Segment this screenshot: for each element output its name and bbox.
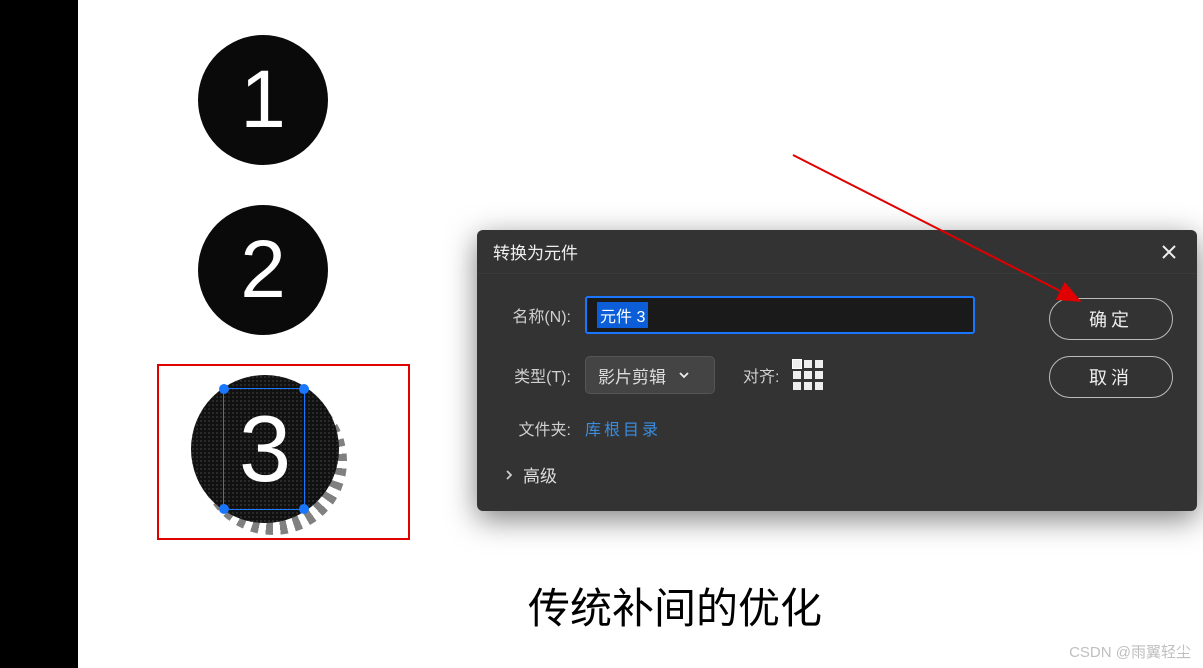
type-label: 类型(T): bbox=[501, 363, 571, 387]
ok-button-label: 确定 bbox=[1089, 306, 1133, 332]
type-select[interactable]: 影片剪辑 bbox=[585, 356, 715, 394]
close-icon bbox=[1161, 244, 1177, 260]
watermark: CSDN @雨翼轻尘 bbox=[1069, 641, 1191, 662]
name-input-value: 元件 3 bbox=[597, 302, 648, 328]
caption: 传统补间的优化 bbox=[528, 575, 822, 636]
type-select-value: 影片剪辑 bbox=[598, 363, 666, 388]
advanced-toggle[interactable]: 高级 bbox=[501, 462, 1029, 487]
align-dot[interactable] bbox=[804, 360, 812, 368]
folder-link[interactable]: 库根目录 bbox=[585, 416, 661, 440]
align-dot[interactable] bbox=[793, 382, 801, 390]
align-dot[interactable] bbox=[815, 382, 823, 390]
dialog-title: 转换为元件 bbox=[493, 239, 578, 264]
cancel-button[interactable]: 取消 bbox=[1049, 356, 1173, 398]
close-button[interactable] bbox=[1157, 240, 1181, 264]
canvas-area: 1 2 3 转换为元件 名称(N): bbox=[78, 0, 1203, 668]
folder-row: 文件夹: 库根目录 bbox=[501, 416, 1029, 440]
circle-label: 1 bbox=[240, 53, 286, 147]
chevron-right-icon bbox=[503, 469, 515, 481]
name-row: 名称(N): 元件 3 bbox=[501, 296, 1029, 334]
form-area: 名称(N): 元件 3 类型(T): 影片剪辑 对齐: bbox=[501, 296, 1029, 487]
cancel-button-label: 取消 bbox=[1089, 364, 1133, 390]
ok-button[interactable]: 确定 bbox=[1049, 298, 1173, 340]
dialog-body: 名称(N): 元件 3 类型(T): 影片剪辑 对齐: bbox=[477, 274, 1197, 511]
align-dot[interactable] bbox=[793, 360, 801, 368]
align-dot[interactable] bbox=[804, 382, 812, 390]
numbered-circle-3: 3 bbox=[191, 375, 339, 523]
align-dot[interactable] bbox=[815, 371, 823, 379]
name-label: 名称(N): bbox=[501, 303, 571, 327]
align-dot[interactable] bbox=[815, 360, 823, 368]
circle-label: 3 bbox=[239, 395, 291, 503]
align-dot[interactable] bbox=[793, 371, 801, 379]
convert-to-symbol-dialog: 转换为元件 名称(N): 元件 3 类型(T): 影片剪辑 bbox=[477, 230, 1197, 511]
numbered-circle-1: 1 bbox=[198, 35, 328, 165]
advanced-label: 高级 bbox=[523, 462, 557, 487]
selected-object-wrap[interactable]: 3 bbox=[191, 375, 339, 523]
align-registration-grid[interactable] bbox=[793, 360, 823, 390]
align-dot[interactable] bbox=[804, 371, 812, 379]
type-row: 类型(T): 影片剪辑 对齐: bbox=[501, 356, 1029, 394]
circle-label: 2 bbox=[240, 223, 286, 317]
chevron-down-icon bbox=[678, 369, 690, 381]
dialog-header: 转换为元件 bbox=[477, 230, 1197, 274]
button-area: 确定 取消 bbox=[1049, 296, 1173, 487]
numbered-circle-2: 2 bbox=[198, 205, 328, 335]
name-input[interactable]: 元件 3 bbox=[585, 296, 975, 334]
align-label: 对齐: bbox=[743, 363, 779, 387]
folder-label: 文件夹: bbox=[501, 416, 571, 440]
